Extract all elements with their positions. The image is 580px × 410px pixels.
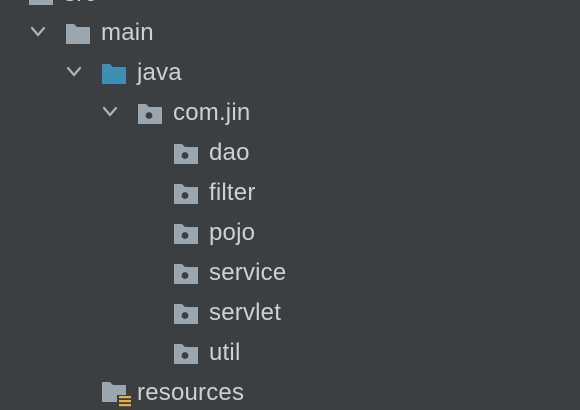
chevron-down-icon[interactable]: [101, 105, 119, 119]
package-icon: [174, 144, 198, 164]
tree-row-src[interactable]: src: [0, 0, 580, 14]
folder-icon: [29, 0, 53, 5]
tree-row-package[interactable]: pojo: [0, 213, 580, 253]
package-icon: [174, 344, 198, 364]
tree-row-label: filter: [209, 179, 256, 206]
tree-row-java[interactable]: java: [0, 53, 580, 93]
tree-row-label: resources: [137, 379, 245, 406]
chevron-down-icon[interactable]: [65, 65, 83, 79]
package-icon: [174, 224, 198, 244]
tree-row-package[interactable]: service: [0, 253, 580, 293]
tree-row-package[interactable]: util: [0, 333, 580, 373]
tree-row-package[interactable]: servlet: [0, 293, 580, 333]
tree-row-main[interactable]: main: [0, 13, 580, 53]
folder-icon: [66, 24, 90, 44]
tree-row-label: src: [64, 0, 97, 9]
tree-row-package[interactable]: filter: [0, 173, 580, 213]
tree-row-resources[interactable]: resources: [0, 373, 580, 410]
tree-row-label: main: [101, 19, 154, 46]
resources-root-folder-icon: [102, 382, 133, 408]
source-root-folder-icon: [102, 64, 126, 84]
package-icon: [174, 264, 198, 284]
tree-row-label: servlet: [209, 299, 282, 326]
chevron-down-icon[interactable]: [29, 25, 47, 39]
package-icon: [138, 104, 162, 124]
tree-row-label: pojo: [209, 219, 256, 246]
package-icon: [174, 304, 198, 324]
tree-row-label: dao: [209, 139, 250, 166]
project-tree: src main java com.jin: [0, 0, 580, 410]
package-icon: [174, 184, 198, 204]
tree-row-label: com.jin: [173, 99, 251, 126]
tree-row-label: java: [137, 59, 182, 86]
tree-row-com-jin[interactable]: com.jin: [0, 93, 580, 133]
tree-row-label: util: [209, 339, 241, 366]
tree-row-package[interactable]: dao: [0, 133, 580, 173]
tree-row-label: service: [209, 259, 287, 286]
